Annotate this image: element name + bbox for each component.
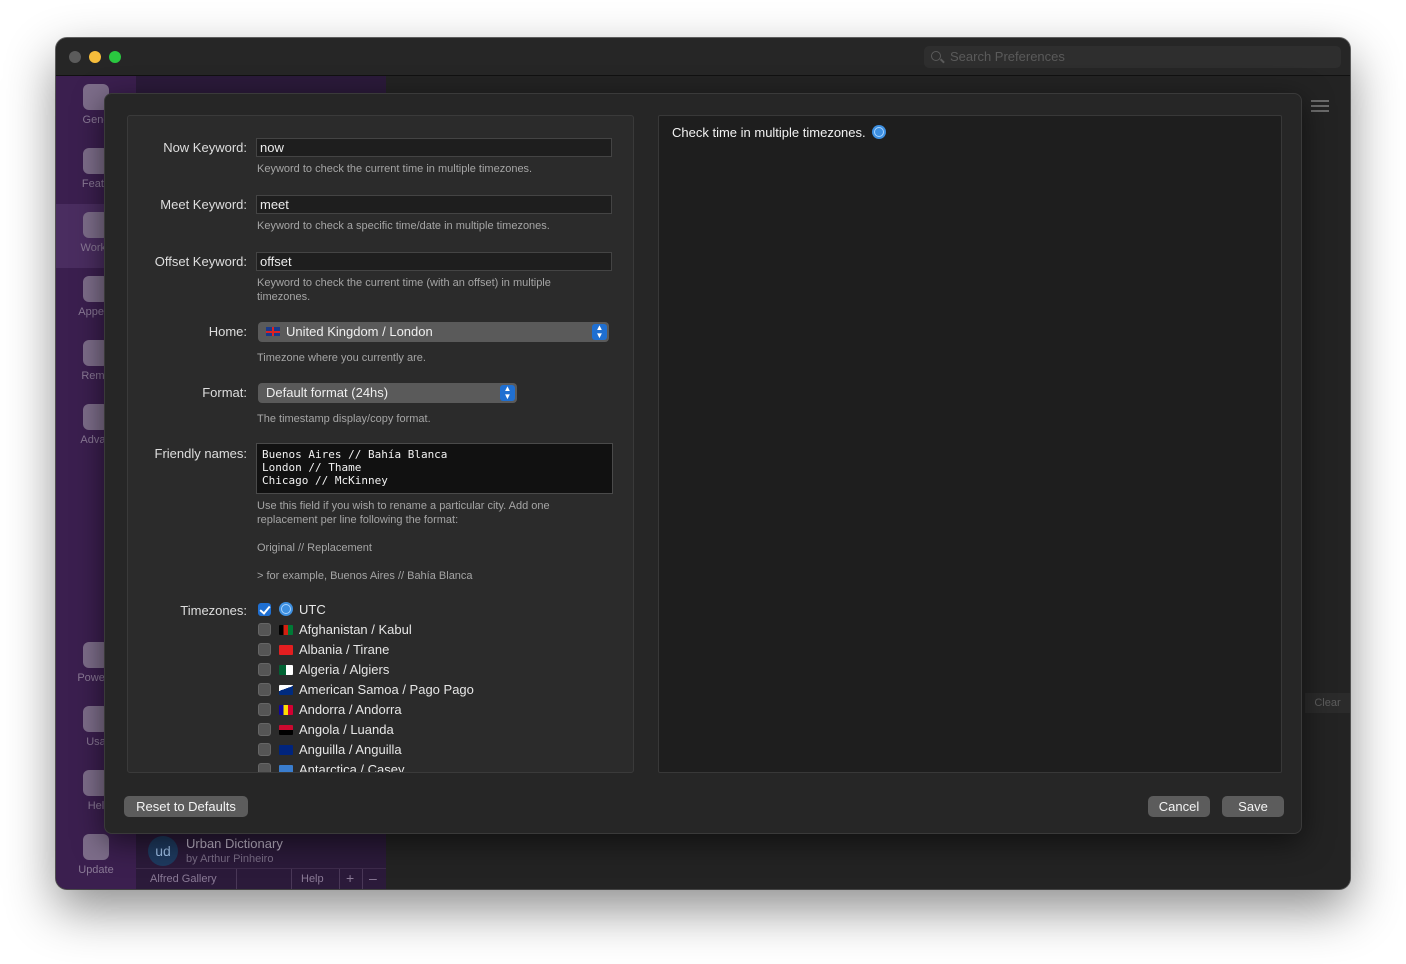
timezone-name: Afghanistan / Kabul	[299, 622, 412, 637]
search-placeholder: Search Preferences	[950, 49, 1065, 64]
offset-keyword-label: Offset Keyword:	[154, 254, 247, 269]
preview-text: Check time in multiple timezones.	[672, 125, 892, 140]
timezone-checkbox[interactable]	[258, 623, 271, 636]
timezone-option[interactable]: Anguilla / Anguilla	[258, 740, 402, 760]
divider	[236, 869, 237, 889]
timezone-option[interactable]: American Samoa / Pago Pago	[258, 680, 474, 700]
timezone-option[interactable]: Andorra / Andorra	[258, 700, 402, 720]
timezone-checkbox[interactable]	[258, 683, 271, 696]
timezone-name: Albania / Tirane	[299, 642, 390, 657]
clear-button[interactable]: Clear	[1305, 693, 1350, 713]
workflow-description-preview: Check time in multiple timezones.	[658, 115, 1282, 773]
meet-keyword-field[interactable]: meet	[256, 195, 612, 214]
divider	[339, 869, 340, 889]
friendly-names-textarea[interactable]: Buenos Aires // Bahía Blanca London // T…	[256, 443, 613, 494]
close-window-button[interactable]	[69, 51, 81, 63]
timezone-option[interactable]: Algeria / Algiers	[258, 660, 389, 680]
friendly-names-example: > for example, Buenos Aires // Bahía Bla…	[257, 570, 473, 582]
workflow-list-bottombar: Alfred Gallery Help + –	[136, 868, 386, 889]
format-value: Default format (24hs)	[266, 385, 389, 400]
home-label: Home:	[208, 324, 247, 339]
albania-flag-icon	[279, 645, 293, 655]
hamburger-menu-icon[interactable]	[1311, 100, 1329, 114]
remove-workflow-button[interactable]: –	[369, 870, 377, 886]
timezone-name: Andorra / Andorra	[299, 702, 402, 717]
friendly-names-format: Original // Replacement	[257, 542, 372, 554]
home-timezone-value: United Kingdom / London	[286, 324, 433, 339]
timezone-checkbox[interactable]	[258, 703, 271, 716]
timezone-name: American Samoa / Pago Pago	[299, 682, 474, 697]
add-workflow-button[interactable]: +	[346, 870, 354, 886]
timezone-checkbox[interactable]	[258, 723, 271, 736]
urban-dictionary-logo-icon: ud	[148, 836, 178, 866]
divider	[362, 869, 363, 889]
angola-flag-icon	[279, 725, 293, 735]
select-chevron-icon: ▲ ▼	[592, 324, 607, 340]
workflow-title: Urban Dictionary	[186, 836, 283, 851]
uk-flag-icon	[266, 327, 280, 336]
andorra-flag-icon	[279, 705, 293, 715]
description-text: Check time in multiple timezones.	[672, 125, 866, 140]
workflow-author: by Arthur Pinheiro	[186, 853, 274, 865]
minimize-window-button[interactable]	[89, 51, 101, 63]
search-preferences-input[interactable]: Search Preferences	[924, 46, 1341, 68]
friendly-names-help: Use this field if you wish to rename a p…	[257, 500, 550, 526]
configuration-form: Now Keyword: now Keyword to check the cu…	[127, 115, 634, 773]
algeria-flag-icon	[279, 665, 293, 675]
timezone-option-utc[interactable]: UTC	[258, 600, 326, 620]
alfred-gallery-button[interactable]: Alfred Gallery	[150, 873, 217, 885]
timezone-option[interactable]: Antarctica / Casey	[258, 760, 405, 773]
anguilla-flag-icon	[279, 745, 293, 755]
timezone-checkbox[interactable]	[258, 763, 271, 772]
timezone-checkbox[interactable]	[258, 743, 271, 756]
help-button[interactable]: Help	[301, 873, 324, 885]
update-icon	[83, 834, 109, 860]
timezone-name: Antarctica / Casey	[299, 762, 405, 773]
timezones-label: Timezones:	[180, 603, 247, 618]
timezone-option[interactable]: Albania / Tirane	[258, 640, 389, 660]
search-icon	[931, 51, 941, 61]
antarctica-flag-icon	[279, 765, 293, 772]
workflow-configuration-sheet: Now Keyword: now Keyword to check the cu…	[104, 93, 1302, 834]
american-samoa-flag-icon	[279, 685, 293, 695]
home-timezone-select[interactable]: United Kingdom / London ▲ ▼	[258, 322, 609, 342]
now-keyword-label: Now Keyword:	[163, 140, 247, 155]
meet-keyword-help: Keyword to check a specific time/date in…	[257, 220, 550, 232]
now-keyword-help: Keyword to check the current time in mul…	[257, 163, 533, 175]
now-keyword-field[interactable]: now	[256, 138, 612, 157]
timezone-option[interactable]: Angola / Luanda	[258, 720, 394, 740]
timezone-option[interactable]: Afghanistan / Kabul	[258, 620, 412, 640]
workflow-list-item[interactable]: ud Urban Dictionary by Arthur Pinheiro	[148, 836, 378, 872]
cancel-button[interactable]: Cancel	[1148, 796, 1210, 817]
format-select[interactable]: Default format (24hs) ▲ ▼	[258, 383, 517, 403]
timezone-name: UTC	[299, 602, 326, 617]
afghanistan-flag-icon	[279, 625, 293, 635]
divider	[291, 869, 292, 889]
timezone-checkbox[interactable]	[258, 663, 271, 676]
reset-to-defaults-button[interactable]: Reset to Defaults	[124, 796, 248, 817]
globe-icon	[871, 125, 886, 139]
save-button[interactable]: Save	[1222, 796, 1284, 817]
globe-icon	[279, 602, 293, 616]
timezone-name: Angola / Luanda	[299, 722, 394, 737]
format-help: The timestamp display/copy format.	[257, 413, 431, 425]
format-label: Format:	[202, 385, 247, 400]
maximize-window-button[interactable]	[109, 51, 121, 63]
titlebar: Search Preferences	[56, 38, 1350, 76]
home-help: Timezone where you currently are.	[257, 352, 426, 364]
timezone-checkbox[interactable]	[258, 603, 271, 616]
friendly-names-label: Friendly names:	[154, 446, 247, 461]
select-chevron-icon: ▲ ▼	[500, 385, 515, 401]
offset-keyword-field[interactable]: offset	[256, 252, 612, 271]
meet-keyword-label: Meet Keyword:	[160, 197, 247, 212]
sidebar-item-update[interactable]: Update	[56, 826, 136, 889]
timezone-name: Anguilla / Anguilla	[299, 742, 402, 757]
timezone-name: Algeria / Algiers	[299, 662, 390, 677]
offset-keyword-help: Keyword to check the current time (with …	[257, 277, 551, 303]
timezone-checkbox[interactable]	[258, 643, 271, 656]
sidebar-label: Update	[78, 864, 114, 876]
